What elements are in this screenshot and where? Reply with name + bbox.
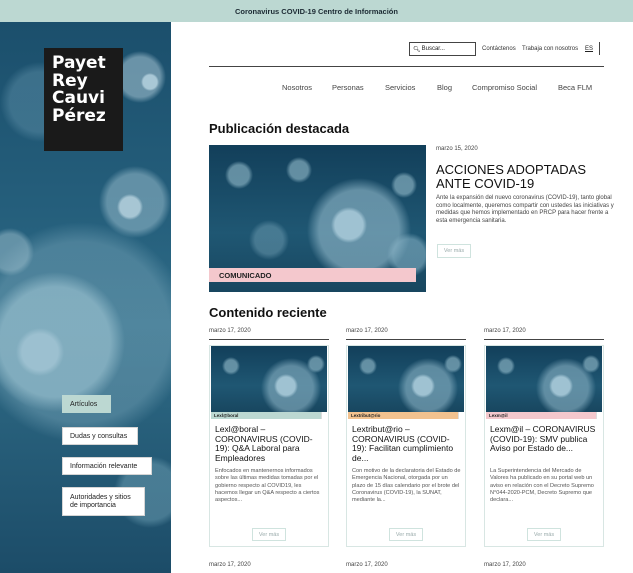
featured-date: marzo 15, 2020 [436,146,478,152]
card-divider [346,339,466,340]
banner-text: Coronavirus COVID-19 Centro de Informaci… [235,6,398,16]
brand-logo[interactable]: Payet Rey Cauvi Pérez [44,48,123,151]
nav-compromiso-social[interactable]: Compromiso Social [472,83,537,92]
sidebar-item-label: Dudas y consultas [70,432,128,440]
sidebar-item-informacion[interactable]: Información relevante [62,457,152,475]
logo-line: Payet [52,53,106,73]
card-divider [484,339,604,340]
card-date: marzo 17, 2020 [346,562,388,568]
card-tag-end [596,412,602,419]
card-date: marzo 17, 2020 [209,328,251,334]
card-more-button[interactable]: Ver más [389,528,423,541]
card-more-button[interactable]: Ver más [252,528,286,541]
card-excerpt: La Superintendencia del Mercado de Valor… [490,468,594,504]
card-date: marzo 17, 2020 [209,562,251,568]
nav-blog[interactable]: Blog [437,83,452,92]
card-divider [209,339,329,340]
header-divider [209,66,604,67]
sidebar-item-articulos[interactable]: Artículos [62,395,111,413]
featured-image[interactable]: COMUNICADO [209,145,426,292]
card-title[interactable]: Lexl@boral – CORONAVIRUS (COVID-19): Q&A… [215,424,325,463]
card-title[interactable]: Lextribut@rio – CORONAVIRUS (COVID-19): … [352,424,462,463]
sidebar-item-dudas[interactable]: Dudas y consultas [62,427,138,445]
featured-more-button[interactable]: Ver más [437,244,471,258]
main-content: 🔍︎ Buscar... Contáctenos Trabaja con nos… [171,22,633,573]
sidebar-item-label: Información relevante [70,462,138,470]
card-tag: Lexl@boral [211,412,321,419]
sidebar-item-label: Autoridades y sitios de importancia [70,493,131,509]
nav-beca-flm[interactable]: Beca FLM [558,83,592,92]
link-trabaja[interactable]: Trabaja con nosotros [522,46,578,52]
sidebar-item-autoridades[interactable]: Autoridades y sitios de importancia [62,487,145,516]
card-image[interactable] [211,346,327,412]
link-contactenos[interactable]: Contáctenos [482,46,516,52]
card-date: marzo 17, 2020 [346,328,388,334]
featured-section-title: Publicación destacada [209,121,350,136]
divider [599,42,600,55]
card-image[interactable] [486,346,602,412]
card-excerpt: Con motivo de la declaratoria del Estado… [352,468,461,504]
card-tag-end [321,412,327,419]
featured-category-label: COMUNICADO [209,268,416,282]
card-date: marzo 17, 2020 [484,328,526,334]
search-label: Buscar... [421,46,445,52]
nav-personas[interactable]: Personas [332,83,364,92]
nav-nosotros[interactable]: Nosotros [282,83,312,92]
search-input[interactable]: 🔍︎ Buscar... [409,42,476,56]
covid-info-banner[interactable]: Coronavirus COVID-19 Centro de Informaci… [0,0,633,22]
logo-line: Pérez [52,105,106,126]
nav-servicios[interactable]: Servicios [385,83,415,92]
recent-section-title: Contenido reciente [209,305,327,320]
card-tag-end [458,412,464,419]
featured-title[interactable]: ACCIONES ADOPTADAS ANTE COVID-19 [436,163,616,190]
card-image[interactable] [348,346,464,412]
search-icon: 🔍︎ [413,46,421,53]
sidebar: Payet Rey Cauvi Pérez Artículos Dudas y … [0,22,171,573]
card-tag: Lexm@il [486,412,596,419]
card-date: marzo 17, 2020 [484,562,526,568]
featured-excerpt: Ante la expansión del nuevo coronavirus … [436,195,614,224]
card-more-button[interactable]: Ver más [527,528,561,541]
card-excerpt: Enfocados en mantenernos informados sobr… [215,468,320,504]
sidebar-item-label: Artículos [70,400,98,408]
language-selector[interactable]: ES [585,46,593,52]
card-tag: Lextribut@rio [348,412,458,419]
logo-line: Cauvi [52,88,105,108]
card-title[interactable]: Lexm@il – CORONAVIRUS (COVID-19): SMV pu… [490,424,600,454]
